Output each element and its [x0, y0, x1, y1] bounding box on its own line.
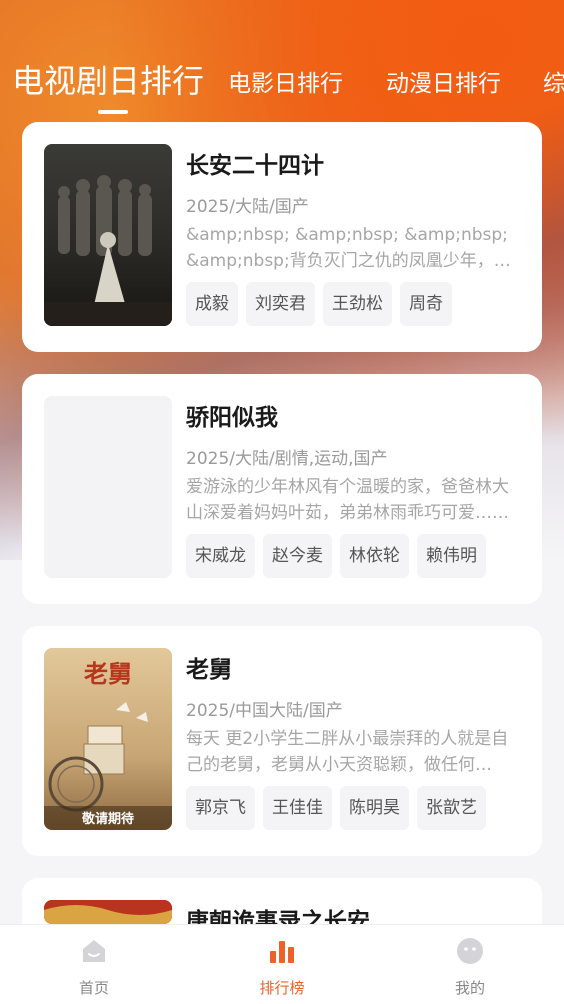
cast-tag[interactable]: 宋威龙 [186, 534, 255, 578]
item-meta: 2025/中国大陆/国产 [186, 701, 343, 721]
tab-anime-daily[interactable]: 动漫日排行 [386, 64, 501, 98]
poster-coming-soon-text: 敬请期待 [81, 811, 134, 827]
tab-tv-daily[interactable]: 电视剧日排行 [12, 56, 204, 102]
cast-tag[interactable]: 成毅 [186, 282, 238, 326]
cast-tag[interactable]: 赵今麦 [263, 534, 332, 578]
item-description: 每天 更2小学生二胖从小最崇拜的人就是自己的老舅，老舅从小天资聪颖，做任何事…… [186, 729, 509, 775]
list-item[interactable]: 老舅 敬请期待 老舅 2025/中国大陆/国产 每天 更2小学生二胖从小最崇拜的… [22, 626, 542, 856]
poster-art [44, 144, 172, 326]
cast-tag[interactable]: 陈明昊 [340, 786, 409, 830]
item-title[interactable]: 骄阳似我 [186, 398, 278, 432]
cast-tag[interactable]: 林依轮 [340, 534, 409, 578]
item-meta: 2025/大陆/剧情,运动,国产 [186, 449, 388, 469]
nav-profile[interactable]: 我的 [376, 925, 564, 1004]
cast-tags: 成毅 刘奕君 王劲松 周奇 [186, 282, 452, 326]
list-item[interactable]: 唐朝诡事录之长安 [22, 878, 542, 924]
poster-image[interactable]: 老舅 敬请期待 [44, 648, 172, 830]
tab-movie-daily[interactable]: 电影日排行 [228, 64, 343, 98]
cast-tag[interactable]: 刘奕君 [246, 282, 315, 326]
list-item[interactable]: 长安二十四计 2025/大陆/国产 &amp;nbsp; &amp;nbsp; … [22, 122, 542, 352]
poster-art [44, 900, 172, 924]
home-icon [83, 940, 105, 962]
nav-profile-label: 我的 [454, 979, 485, 997]
poster-title-text: 老舅 [84, 659, 132, 688]
tab-variety-daily[interactable]: 综 [543, 64, 564, 98]
cast-tags: 宋威龙 赵今麦 林依轮 赖伟明 [186, 534, 486, 578]
list-item[interactable]: 骄阳似我 2025/大陆/剧情,运动,国产 爱游泳的少年林风有个温暖的家，爸爸林… [22, 374, 542, 604]
ranking-tabs: 电视剧日排行 电影日排行 动漫日排行 综 [0, 52, 564, 122]
item-description: &amp;nbsp; &amp;nbsp; &amp;nbsp; &amp;nb… [186, 225, 511, 271]
poster-image[interactable] [44, 144, 172, 326]
poster-placeholder[interactable] [44, 396, 172, 578]
item-title[interactable]: 老舅 [186, 650, 232, 684]
cast-tag[interactable]: 王劲松 [323, 282, 392, 326]
cast-tag[interactable]: 张歆艺 [417, 786, 486, 830]
cast-tag[interactable]: 王佳佳 [263, 786, 332, 830]
nav-ranking[interactable]: 排行榜 [188, 925, 376, 1004]
cast-tags: 郭京飞 王佳佳 陈明昊 张歆艺 [186, 786, 486, 830]
item-description: 爱游泳的少年林风有个温暖的家，爸爸林大山深爱着妈妈叶茹，弟弟林雨乖巧可爱…… [186, 477, 509, 523]
ranking-chart-icon [270, 941, 294, 963]
cast-tag[interactable]: 赖伟明 [417, 534, 486, 578]
item-title[interactable]: 长安二十四计 [186, 146, 324, 180]
active-tab-indicator [98, 110, 128, 114]
item-title[interactable]: 唐朝诡事录之长安 [186, 902, 370, 924]
nav-home[interactable]: 首页 [0, 925, 188, 1004]
poster-art: 老舅 敬请期待 [44, 648, 172, 830]
profile-face-icon [457, 938, 483, 964]
cast-tag[interactable]: 周奇 [400, 282, 452, 326]
nav-home-label: 首页 [78, 979, 109, 997]
item-meta: 2025/大陆/国产 [186, 197, 309, 217]
poster-image[interactable] [44, 900, 172, 924]
bottom-navigation: 首页 排行榜 我的 [0, 924, 564, 1004]
cast-tag[interactable]: 郭京飞 [186, 786, 255, 830]
nav-ranking-label: 排行榜 [259, 979, 305, 997]
